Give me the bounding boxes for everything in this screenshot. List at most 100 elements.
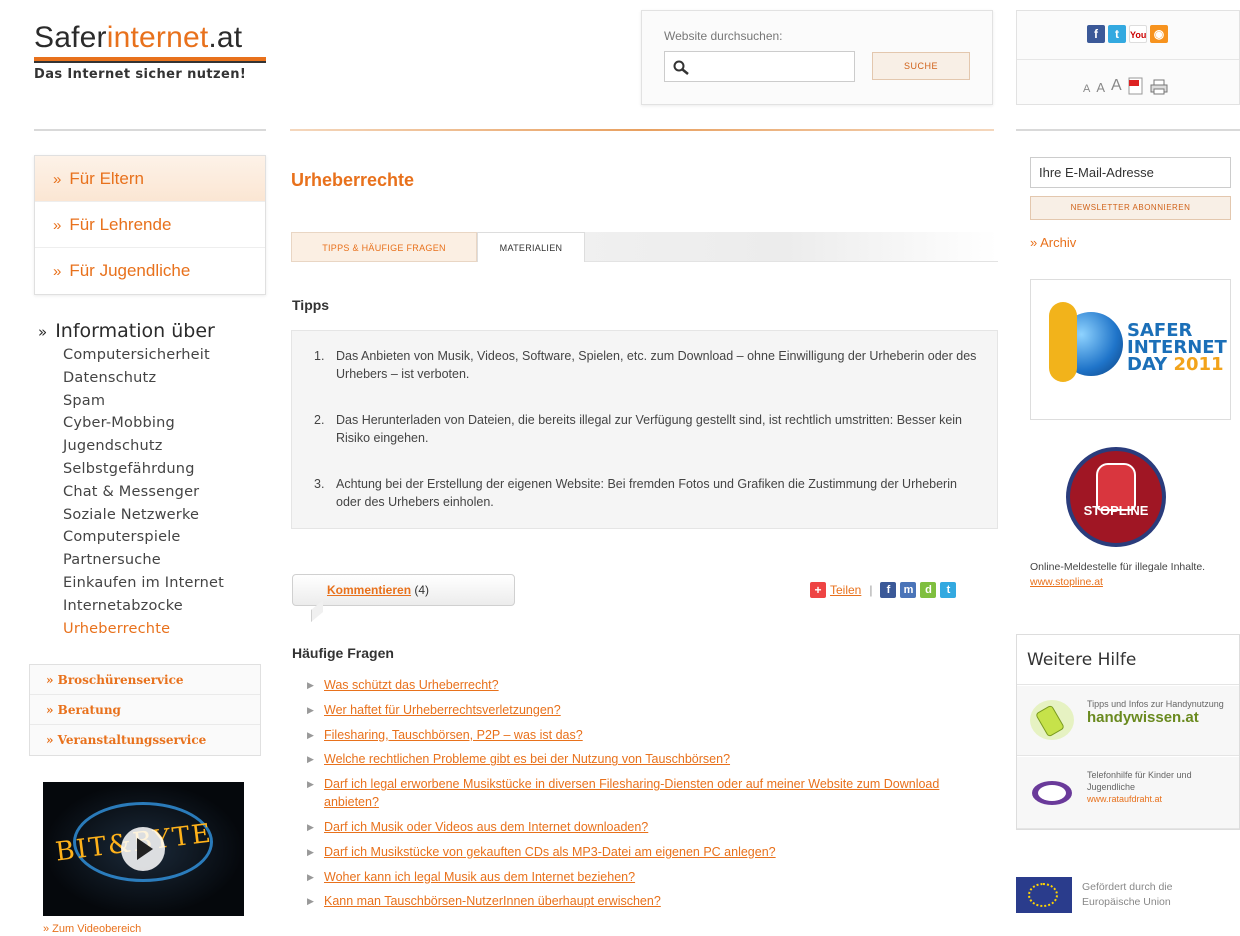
youtube-icon[interactable]: You bbox=[1129, 25, 1147, 43]
audience-nav: » Für Eltern » Für Lehrende » Für Jugendlic… bbox=[34, 155, 266, 295]
triangle-right-icon: ▶ bbox=[307, 896, 314, 907]
share-plus-icon[interactable]: + bbox=[810, 582, 826, 598]
pdf-icon[interactable] bbox=[1128, 77, 1144, 95]
info-item[interactable]: Einkaufen im Internet bbox=[63, 572, 224, 595]
info-item[interactable]: Datenschutz bbox=[63, 367, 224, 390]
font-medium-button[interactable]: A bbox=[1096, 80, 1105, 95]
stopline-word: STOPLINE bbox=[1083, 503, 1149, 518]
faq-item[interactable]: ▶ Kann man Tauschbörsen-NutzerInnen überh… bbox=[307, 892, 997, 910]
nav-item-eltern[interactable]: » Für Eltern bbox=[35, 156, 265, 202]
help-box: Weitere Hilfe Tipps und Infos zur Handyn… bbox=[1016, 634, 1240, 830]
twitter-icon[interactable]: t bbox=[1108, 25, 1126, 43]
double-chevron-icon: » bbox=[53, 263, 62, 280]
stopline-logo[interactable]: STOPLINE bbox=[1066, 447, 1166, 547]
stopline-description: Online-Meldestelle für illegale Inhalte.… bbox=[1030, 561, 1206, 588]
share-separator: | bbox=[869, 583, 873, 597]
tipp-item: 2. Das Herunterladen von Dateien, die ber… bbox=[314, 413, 963, 445]
tipp-item: 3. Achtung bei der Erstellung der eigenen… bbox=[314, 477, 957, 509]
font-small-button[interactable]: A bbox=[1083, 83, 1090, 95]
eu-flag-icon bbox=[1016, 877, 1072, 913]
video-link[interactable]: » Zum Videobereich bbox=[43, 923, 141, 935]
info-item[interactable]: Cyber-Mobbing bbox=[63, 412, 224, 435]
faq-item[interactable]: ▶ Darf ich Musik oder Videos aus dem Inte… bbox=[307, 818, 997, 836]
rss-icon[interactable]: ◉ bbox=[1150, 25, 1168, 43]
logo-bar bbox=[34, 57, 266, 63]
font-large-button[interactable]: A bbox=[1111, 77, 1122, 95]
info-item[interactable]: Jugendschutz bbox=[63, 435, 224, 458]
toolbox: f t You ◉ A A A bbox=[1016, 10, 1240, 105]
newsletter-subscribe-button[interactable]: NEWSLETTER ABONNIEREN bbox=[1030, 196, 1231, 220]
triangle-right-icon: ▶ bbox=[307, 846, 314, 857]
info-item-active[interactable]: Urheberrechte bbox=[63, 618, 224, 641]
safer-internet-day-banner[interactable]: SAFER INTERNET DAY 2011 bbox=[1030, 279, 1231, 420]
service-item-broschueren[interactable]: » Broschürenservice bbox=[30, 665, 260, 695]
info-nav: » Information über Computersicherheit Dat… bbox=[38, 320, 224, 640]
help-item-rataufdraht[interactable]: Telefonhilfe für Kinder und Jugendliche w… bbox=[1017, 757, 1239, 829]
info-item[interactable]: Spam bbox=[63, 390, 224, 413]
facebook-icon[interactable]: f bbox=[1087, 25, 1105, 43]
nav-item-lehrende[interactable]: » Für Lehrende bbox=[35, 202, 265, 248]
page-title: Urheberrechte bbox=[291, 170, 415, 190]
service-item-beratung[interactable]: » Beratung bbox=[30, 695, 260, 725]
double-chevron-icon: » bbox=[53, 171, 62, 188]
comment-button[interactable]: Kommentieren (4) bbox=[292, 574, 515, 623]
archiv-link[interactable]: » Archiv bbox=[1030, 235, 1076, 250]
faq-item[interactable]: ▶ Woher kann ich legal Musik aus dem Inte… bbox=[307, 868, 997, 886]
newsletter-email-field[interactable]: Ihre E-Mail-Adresse bbox=[1030, 157, 1231, 188]
info-nav-title: » Information über bbox=[38, 320, 215, 342]
handywissen-brand: handywissen.at bbox=[1087, 709, 1199, 726]
toolbox-divider bbox=[1017, 59, 1239, 60]
tipps-heading: Tipps bbox=[292, 297, 330, 313]
search-box: Website durchsuchen: SUCHE bbox=[641, 10, 993, 105]
video-thumbnail[interactable]: BIT&BYTE bbox=[43, 782, 244, 916]
search-input[interactable] bbox=[664, 51, 855, 82]
tagline: Das Internet sicher nutzen! bbox=[34, 67, 247, 82]
faq-item[interactable]: ▶ Wer haftet für Urheberrechtsverletzunge… bbox=[307, 701, 997, 719]
info-item[interactable]: Internetabzocke bbox=[63, 595, 224, 618]
sid-title: SAFER INTERNET DAY 2011 bbox=[1127, 320, 1227, 375]
eu-stars bbox=[1028, 883, 1058, 907]
triangle-right-icon: ▶ bbox=[307, 821, 314, 832]
service-item-veranstaltung[interactable]: » Veranstaltungsservice bbox=[30, 725, 260, 755]
info-item[interactable]: Chat & Messenger bbox=[63, 481, 224, 504]
triangle-right-icon: ▶ bbox=[307, 871, 314, 882]
myspace-icon[interactable]: m bbox=[900, 582, 917, 598]
eu-funding-text: Gefördert durch die Europäische Union bbox=[1082, 881, 1173, 908]
triangle-right-icon: ▶ bbox=[307, 729, 314, 740]
service-nav: » Broschürenservice » Beratung » Veranst… bbox=[29, 664, 261, 756]
logo[interactable]: Saferinternet.at Das Internet sicher nut… bbox=[34, 22, 266, 82]
faq-item[interactable]: ▶ Filesharing, Tauschbörsen, P2P – was is… bbox=[307, 726, 997, 744]
info-item[interactable]: Selbstgefährdung bbox=[63, 458, 224, 481]
divider bbox=[290, 129, 994, 131]
facebook-icon[interactable]: f bbox=[880, 582, 897, 598]
faq-item[interactable]: ▶ Welche rechtlichen Probleme gibt es bei… bbox=[307, 750, 997, 768]
help-item-handywissen[interactable]: Tipps und Infos zur Handynutzung handywis… bbox=[1017, 686, 1239, 756]
triangle-right-icon: ▶ bbox=[307, 704, 314, 715]
faq-item[interactable]: ▶ Was schützt das Urheberrecht? bbox=[307, 676, 997, 694]
share-link[interactable]: Teilen bbox=[830, 583, 861, 597]
faq-heading: Häufige Fragen bbox=[292, 645, 394, 661]
comment-link[interactable]: Kommentieren bbox=[327, 583, 411, 597]
double-chevron-icon: » bbox=[38, 323, 48, 341]
divider bbox=[1016, 129, 1240, 131]
faq-item[interactable]: ▶ Darf ich legal erworbene Musikstücke in… bbox=[307, 775, 997, 811]
play-icon[interactable] bbox=[121, 827, 165, 871]
help-title: Weitere Hilfe bbox=[1017, 635, 1239, 685]
speech-bubble-tail bbox=[311, 599, 323, 623]
nav-item-jugendliche[interactable]: » Für Jugendliche bbox=[35, 248, 265, 294]
info-item[interactable]: Partnersuche bbox=[63, 549, 224, 572]
tab-materialien[interactable]: MATERIALIEN bbox=[477, 232, 585, 262]
double-chevron-icon: » bbox=[53, 217, 62, 234]
stopline-link[interactable]: www.stopline.at bbox=[1030, 576, 1103, 588]
delicious-icon[interactable]: d bbox=[920, 582, 937, 598]
info-item[interactable]: Computersicherheit bbox=[63, 344, 224, 367]
print-icon[interactable] bbox=[1150, 79, 1168, 95]
rataufdraht-link[interactable]: www.rataufdraht.at bbox=[1087, 793, 1237, 805]
share-bar: + Teilen | f m d t bbox=[810, 582, 957, 598]
info-item[interactable]: Soziale Netzwerke bbox=[63, 504, 224, 527]
search-button[interactable]: SUCHE bbox=[872, 52, 970, 80]
tab-tipps[interactable]: TIPPS & HÄUFIGE FRAGEN bbox=[291, 232, 477, 262]
twitter-icon[interactable]: t bbox=[940, 582, 957, 598]
faq-item[interactable]: ▶ Darf ich Musikstücke von gekauften CDs … bbox=[307, 843, 997, 861]
info-item[interactable]: Computerspiele bbox=[63, 526, 224, 549]
